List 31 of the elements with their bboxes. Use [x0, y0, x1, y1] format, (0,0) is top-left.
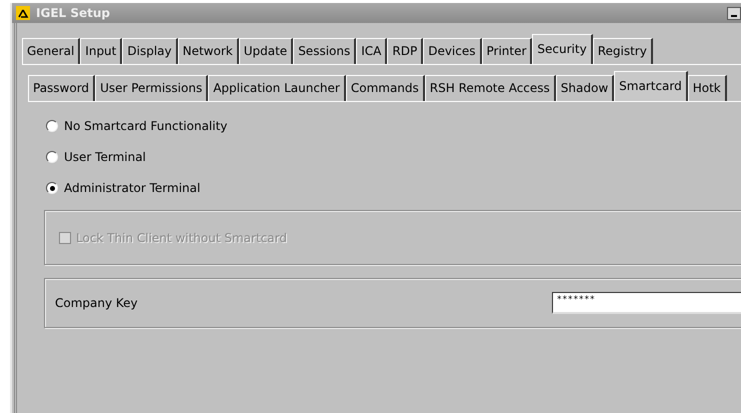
- tab[interactable]: Hotk: [688, 75, 727, 101]
- tab[interactable]: Security: [532, 34, 593, 64]
- tab[interactable]: Update: [238, 38, 294, 64]
- tab[interactable]: Registry: [592, 38, 653, 64]
- company-key-label: Company Key: [55, 295, 138, 312]
- tab[interactable]: Sessions: [293, 38, 356, 64]
- tab[interactable]: Password: [28, 75, 96, 101]
- window-title: IGEL Setup: [36, 5, 110, 22]
- radio-option[interactable]: User Terminal: [46, 148, 146, 166]
- radio-option[interactable]: No Smartcard Functionality: [46, 117, 228, 135]
- radio-circle[interactable]: [46, 182, 58, 194]
- tab[interactable]: Printer: [482, 38, 532, 64]
- radio-circle[interactable]: [46, 151, 58, 163]
- tab[interactable]: RSH Remote Access: [424, 75, 556, 101]
- tab[interactable]: General: [22, 38, 80, 64]
- tab[interactable]: Shadow: [556, 75, 614, 101]
- tab[interactable]: Display: [122, 38, 178, 64]
- tab[interactable]: Devices: [423, 38, 482, 64]
- tab[interactable]: User Permissions: [95, 75, 208, 101]
- radio-option[interactable]: Administrator Terminal: [46, 179, 200, 197]
- logo-icon: [16, 6, 30, 20]
- minimize-button[interactable]: [727, 6, 741, 20]
- tab[interactable]: Smartcard: [614, 71, 688, 101]
- radio-circle[interactable]: [46, 120, 58, 132]
- tab[interactable]: Input: [80, 38, 122, 64]
- tab[interactable]: Commands: [346, 75, 425, 101]
- tab[interactable]: Application Launcher: [208, 75, 346, 101]
- tab[interactable]: ICA: [356, 38, 388, 64]
- tab[interactable]: RDP: [387, 38, 424, 64]
- tab[interactable]: Network: [178, 38, 239, 64]
- company-key-field[interactable]: *******: [552, 292, 741, 314]
